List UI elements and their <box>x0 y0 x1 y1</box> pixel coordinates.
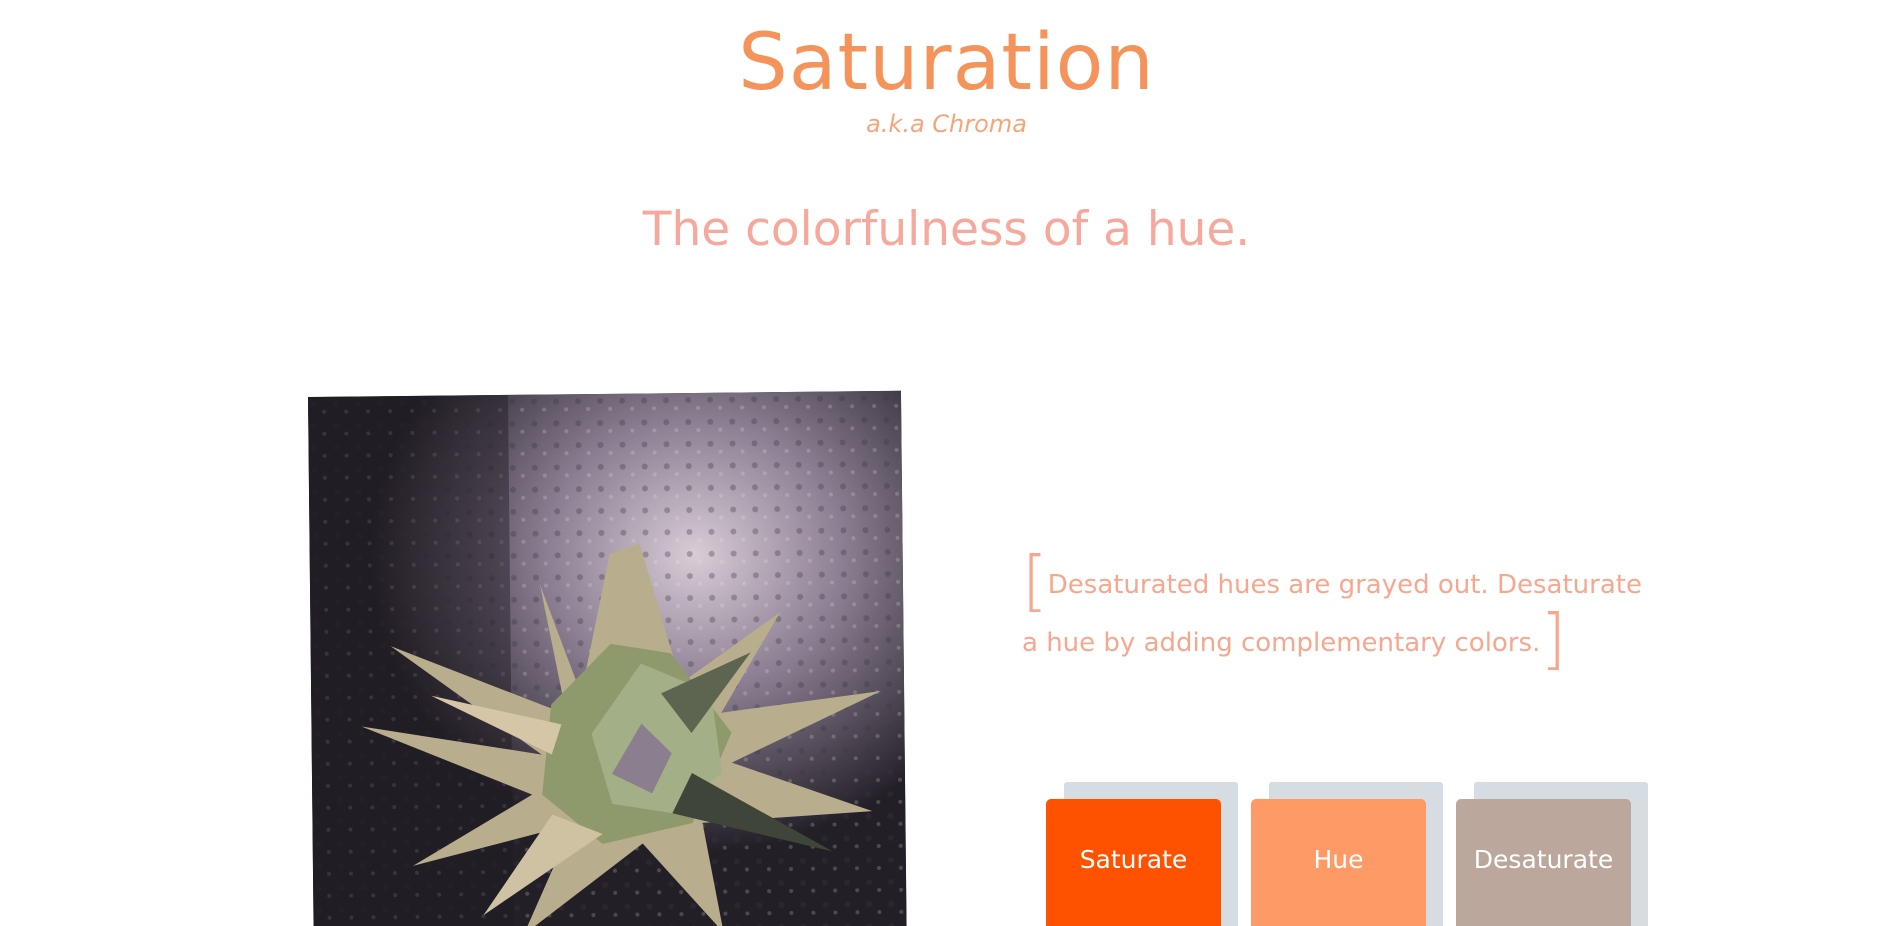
hue-button[interactable]: Hue <box>1251 799 1426 926</box>
saturate-label: Saturate <box>1079 845 1188 874</box>
swatch-hue-wrapper: Hue <box>1251 782 1443 926</box>
page: Saturation a.k.a Chroma The colorfulness… <box>0 0 1893 926</box>
tagline: The colorfulness of a hue. <box>642 202 1251 257</box>
close-bracket: ] <box>1540 600 1567 677</box>
open-bracket: [ <box>1022 542 1048 619</box>
page-title: Saturation <box>738 18 1155 108</box>
page-subtitle: a.k.a Chroma <box>866 110 1027 138</box>
swatch-saturate-wrapper: Saturate <box>1046 782 1238 926</box>
desaturate-label: Desaturate <box>1473 845 1614 874</box>
saturate-button[interactable]: Saturate <box>1046 799 1221 926</box>
artwork-image <box>308 390 907 926</box>
hue-label: Hue <box>1313 845 1364 874</box>
swatch-desaturate-wrapper: Desaturate <box>1456 782 1648 926</box>
desaturate-button[interactable]: Desaturate <box>1456 799 1631 926</box>
spiky-sculpture-icon <box>308 390 907 926</box>
quote-block: [Desaturated hues are grayed out. Desatu… <box>1022 548 1642 672</box>
